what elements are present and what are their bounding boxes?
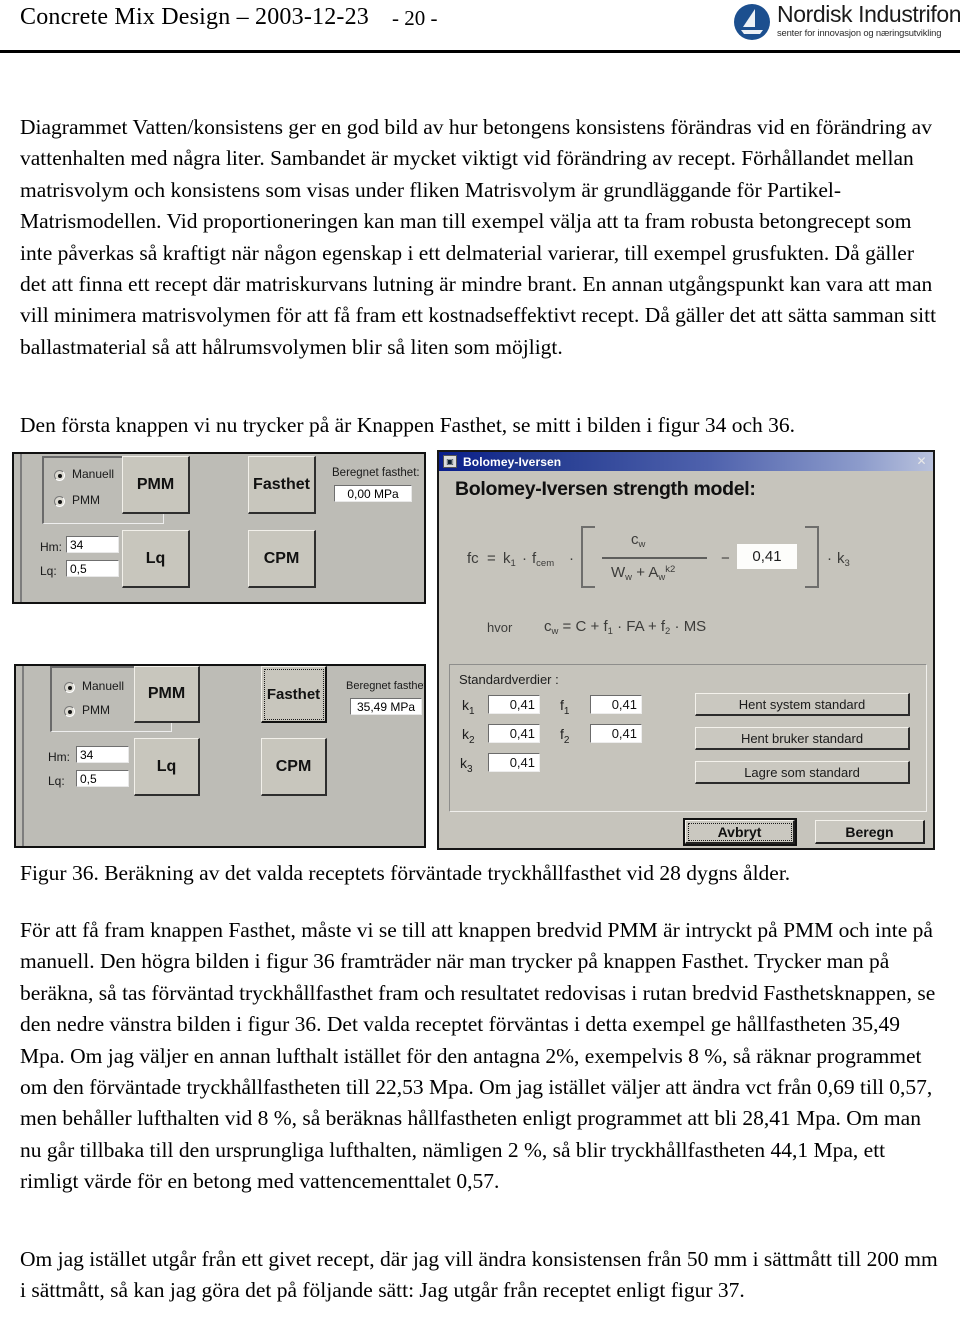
button-lq[interactable]: Lq [134,738,200,796]
paragraph-1: Diagrammet Vatten/konsistens ger en god … [20,115,937,359]
radio-pmm[interactable] [54,496,65,507]
formula-where-label: hvor [487,620,513,635]
formula-k1: k1 [503,550,516,569]
coefficient-label-k3: k3 [460,755,473,775]
dialog-title: Bolomey-Iversen [463,454,562,469]
formula-equals: = [487,550,496,567]
radio-pmm-label: PMM [82,703,110,717]
coefficient-field-k1[interactable]: 0,41 [488,695,540,714]
header-divider [0,50,960,53]
radio-manuell[interactable] [64,682,75,693]
button-fasthet[interactable]: Fasthet [248,456,316,514]
formula-left-bracket [581,526,595,588]
coefficient-label-f1: f1 [560,697,570,717]
figure36-bolomey-iversen-dialog: ▣ Bolomey-Iversen ✕ Bolomey-Iversen stre… [437,450,935,850]
formula-minus: − [721,550,730,567]
document-title: Concrete Mix Design – 2003-12-23 [20,4,370,30]
formula-k3: k3 [837,550,850,569]
logo-tagline: senter for innovasjon og næringsutviklin… [777,27,942,38]
label-hm: Hm: [48,750,70,764]
coefficient-label-k2: k2 [462,726,475,746]
app-icon[interactable]: ▣ [443,455,457,468]
field-beregnet-fasthet: 35,49 MPa [350,698,422,715]
radio-manuell-label: Manuell [72,467,115,481]
panel-edge [22,666,24,846]
nordisk-sail-logo-icon [734,4,770,40]
field-lq[interactable]: 0,5 [76,770,129,787]
figure36-screenshot-top-left: Manuell PMM PMM Lq Fasthet CPM Hm: 34 Lq… [12,452,426,604]
logo-text: Nordisk Industrifond senter for innovasj… [777,1,960,39]
button-lq[interactable]: Lq [122,530,190,588]
formula-denominator: Ww + Awk2 [611,564,676,583]
dialog-titlebar[interactable]: ▣ Bolomey-Iversen ✕ [439,452,933,471]
coefficient-label-k1: k1 [462,697,475,717]
label-hm: Hm: [40,540,62,554]
button-hent-bruker-standard[interactable]: Hent bruker standard [695,727,910,750]
button-pmm[interactable]: PMM [134,666,200,723]
nordisk-industrifond-logo: Nordisk Industrifond senter for innovasj… [733,1,960,46]
label-beregnet-fasthet: Beregnet fasthet: [332,467,420,479]
formula-dot-2: · [569,550,574,567]
paragraph-4: Om jag istället utgår från ett givet rec… [20,1247,938,1303]
formula-where-expression: cw = C + f1 · FA + f2 · MS [544,618,707,637]
formula-numerator: cw [631,531,646,550]
radio-pmm[interactable] [64,706,75,717]
label-lq: Lq: [48,774,65,788]
button-cpm[interactable]: CPM [248,530,316,588]
close-icon[interactable]: ✕ [914,454,929,468]
formula-right-bracket [805,526,819,588]
paragraph-3: För att få fram knappen Fasthet, måste v… [20,918,936,1194]
formula-dot-3: · [827,550,832,567]
coefficient-field-k3[interactable]: 0,41 [488,753,540,772]
button-avbryt[interactable]: Avbryt [685,820,795,844]
panel-edge [20,454,22,602]
strength-model-formula: fc = k1 · fcem · cw Ww + Awk2 − 0,41 · k… [439,510,933,660]
page-number: - 20 - [392,6,438,30]
field-hm[interactable]: 34 [76,746,129,763]
formula-highlight-value[interactable]: 0,41 [737,544,797,569]
button-pmm[interactable]: PMM [122,456,190,514]
dialog-heading: Bolomey-Iversen strength model: [455,478,756,500]
formula-lhs: fc [467,550,479,567]
standard-values-group: Standardverdier : k1 0,41 k2 0,41 k3 0,4… [449,664,927,812]
page-header: Concrete Mix Design – 2003-12-23 - 20 - … [0,0,960,53]
formula-dot-1: · [522,550,527,567]
label-beregnet-fasthet: Beregnet fasthet: [346,680,426,692]
button-lagre-som-standard[interactable]: Lagre som standard [695,761,910,784]
radio-manuell[interactable] [54,470,65,481]
radio-manuell-label: Manuell [82,679,125,693]
field-hm[interactable]: 34 [66,536,119,553]
logo-name: Nordisk Industrifond [777,1,960,27]
paragraph-2: Den första knappen vi nu trycker på är K… [20,413,795,437]
figure36-screenshot-bottom-left: Manuell PMM PMM Lq Fasthet CPM Hm: 34 Lq… [14,664,426,848]
formula-fcem: fcem [532,550,555,569]
coefficient-field-f2[interactable]: 0,41 [590,724,642,743]
button-cpm[interactable]: CPM [261,738,327,796]
button-hent-system-standard[interactable]: Hent system standard [695,693,910,716]
formula-fraction-bar [602,557,707,559]
button-fasthet[interactable]: Fasthet [261,666,327,723]
figure-caption: Figur 36. Beräkning av det valda recepte… [20,861,791,885]
coefficient-field-f1[interactable]: 0,41 [590,695,642,714]
radio-pmm-label: PMM [72,493,100,507]
coefficient-label-f2: f2 [560,726,570,746]
label-lq: Lq: [40,564,57,578]
standard-values-title: Standardverdier : [459,672,559,687]
field-lq[interactable]: 0,5 [66,560,119,577]
coefficient-field-k2[interactable]: 0,41 [488,724,540,743]
field-beregnet-fasthet: 0,00 MPa [334,485,412,502]
button-beregn[interactable]: Beregn [815,820,925,844]
